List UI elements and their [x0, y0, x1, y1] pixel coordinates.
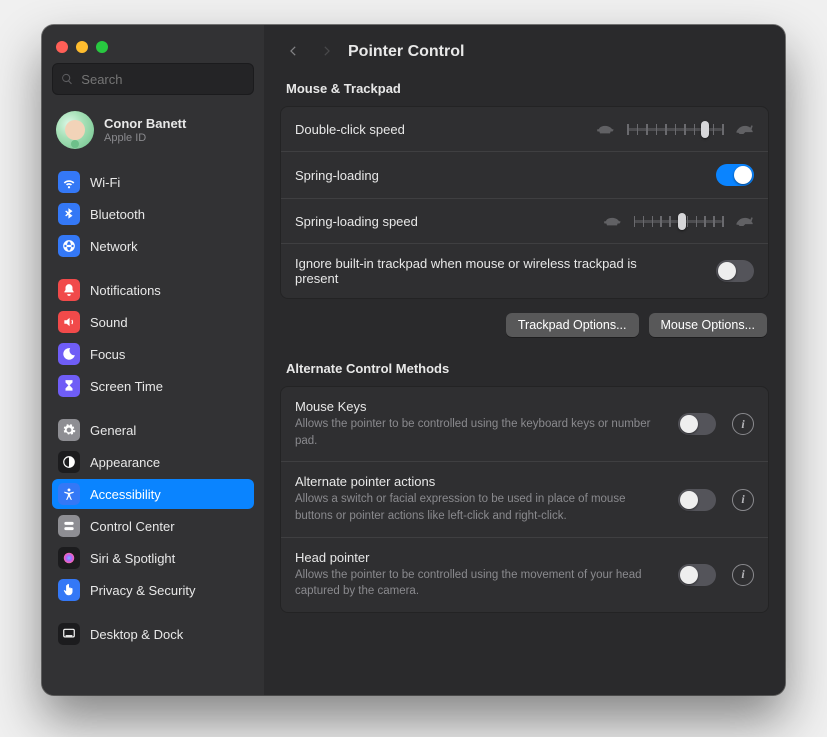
- controls-icon: [58, 515, 80, 537]
- sidebar: Conor Banett Apple ID Wi-Fi Bluetooth Netw…: [42, 25, 264, 695]
- search-input[interactable]: [79, 71, 245, 88]
- head-pointer-toggle[interactable]: [678, 564, 716, 586]
- avatar: [56, 111, 94, 149]
- sidebar-item-network[interactable]: Network: [52, 231, 254, 261]
- hare-icon: [734, 122, 754, 136]
- sidebar-item-sound[interactable]: Sound: [52, 307, 254, 337]
- sidebar-item-label: Network: [90, 239, 138, 254]
- tortoise-icon: [602, 214, 622, 228]
- sidebar-item-appearance[interactable]: Appearance: [52, 447, 254, 477]
- ignore-trackpad-row: Ignore built-in trackpad when mouse or w…: [281, 244, 768, 298]
- alt-pointer-actions-toggle[interactable]: [678, 489, 716, 511]
- mouse-options-button[interactable]: Mouse Options...: [649, 313, 768, 337]
- sidebar-item-label: Notifications: [90, 283, 161, 298]
- network-icon: [58, 235, 80, 257]
- hourglass-icon: [58, 375, 80, 397]
- sidebar-item-label: Appearance: [90, 455, 160, 470]
- spring-loading-row: Spring-loading: [281, 152, 768, 199]
- sidebar-item-label: Control Center: [90, 519, 175, 534]
- gear-icon: [58, 419, 80, 441]
- sidebar-item-label: Siri & Spotlight: [90, 551, 175, 566]
- spring-loading-toggle[interactable]: [716, 164, 754, 186]
- bell-icon: [58, 279, 80, 301]
- spring-loading-speed-label: Spring-loading speed: [295, 214, 418, 229]
- sidebar-item-label: General: [90, 423, 136, 438]
- sidebar-item-label: Bluetooth: [90, 207, 145, 222]
- search-icon: [61, 72, 73, 86]
- sidebar-item-bluetooth[interactable]: Bluetooth: [52, 199, 254, 229]
- sidebar-item-privacy-security[interactable]: Privacy & Security: [52, 575, 254, 605]
- alt-pointer-actions-label: Alternate pointer actions: [295, 474, 662, 489]
- options-buttons-row: Trackpad Options... Mouse Options...: [264, 303, 785, 343]
- apple-id-row[interactable]: Conor Banett Apple ID: [42, 105, 264, 161]
- mouse-keys-description: Allows the pointer to be controlled usin…: [295, 416, 662, 449]
- head-pointer-description: Allows the pointer to be controlled usin…: [295, 567, 662, 600]
- section-heading-alt-methods: Alternate Control Methods: [264, 353, 785, 382]
- close-window-button[interactable]: [56, 41, 68, 53]
- sidebar-item-notifications[interactable]: Notifications: [52, 275, 254, 305]
- section-heading-mouse-trackpad: Mouse & Trackpad: [264, 73, 785, 102]
- alt-pointer-actions-description: Allows a switch or facial expression to …: [295, 491, 662, 524]
- hand-icon: [58, 579, 80, 601]
- mouse-keys-toggle[interactable]: [678, 413, 716, 435]
- alt-pointer-actions-info-button[interactable]: i: [732, 489, 754, 511]
- sidebar-item-focus[interactable]: Focus: [52, 339, 254, 369]
- sidebar-item-label: Desktop & Dock: [90, 627, 183, 642]
- nav-forward-button[interactable]: [320, 44, 334, 61]
- spring-loading-speed-row: Spring-loading speed: [281, 199, 768, 244]
- double-click-speed-row: Double-click speed: [281, 107, 768, 152]
- alternate-methods-card: Mouse Keys Allows the pointer to be cont…: [280, 386, 769, 613]
- accessibility-icon: [58, 483, 80, 505]
- sidebar-item-wi-fi[interactable]: Wi-Fi: [52, 167, 254, 197]
- tortoise-icon: [595, 122, 615, 136]
- mouse-keys-info-button[interactable]: i: [732, 413, 754, 435]
- sidebar-item-label: Accessibility: [90, 487, 161, 502]
- head-pointer-label: Head pointer: [295, 550, 662, 565]
- sidebar-item-label: Focus: [90, 347, 125, 362]
- appearance-icon: [58, 451, 80, 473]
- ignore-trackpad-toggle[interactable]: [716, 260, 754, 282]
- page-header: Pointer Control: [264, 25, 785, 73]
- window-controls: [42, 35, 264, 63]
- user-subtitle: Apple ID: [104, 132, 186, 144]
- hare-icon: [734, 214, 754, 228]
- moon-icon: [58, 343, 80, 365]
- head-pointer-row: Head pointer Allows the pointer to be co…: [281, 538, 768, 612]
- nav-back-button[interactable]: [286, 44, 300, 61]
- sidebar-item-screen-time[interactable]: Screen Time: [52, 371, 254, 401]
- sidebar-item-control-center[interactable]: Control Center: [52, 511, 254, 541]
- mouse-keys-row: Mouse Keys Allows the pointer to be cont…: [281, 387, 768, 462]
- spring-loading-label: Spring-loading: [295, 168, 379, 183]
- fullscreen-window-button[interactable]: [96, 41, 108, 53]
- minimize-window-button[interactable]: [76, 41, 88, 53]
- mouse-keys-label: Mouse Keys: [295, 399, 662, 414]
- sound-icon: [58, 311, 80, 333]
- double-click-speed-slider[interactable]: [595, 119, 754, 139]
- sidebar-item-accessibility[interactable]: Accessibility: [52, 479, 254, 509]
- spring-loading-speed-slider[interactable]: [602, 211, 754, 231]
- main-content: Pointer Control Mouse & Trackpad Double-…: [264, 25, 785, 695]
- mouse-trackpad-card: Double-click speed Spring-loading Spring…: [280, 106, 769, 299]
- sidebar-item-label: Sound: [90, 315, 128, 330]
- sidebar-list: Wi-Fi Bluetooth Network Notifications Sound F…: [42, 161, 264, 695]
- bluetooth-icon: [58, 203, 80, 225]
- search-field[interactable]: [52, 63, 254, 95]
- page-title: Pointer Control: [348, 43, 464, 61]
- settings-window: Conor Banett Apple ID Wi-Fi Bluetooth Netw…: [42, 25, 785, 695]
- head-pointer-info-button[interactable]: i: [732, 564, 754, 586]
- sidebar-item-label: Wi-Fi: [90, 175, 120, 190]
- alt-pointer-actions-row: Alternate pointer actions Allows a switc…: [281, 462, 768, 537]
- ignore-trackpad-label: Ignore built-in trackpad when mouse or w…: [295, 256, 675, 286]
- sidebar-item-desktop-dock[interactable]: Desktop & Dock: [52, 619, 254, 649]
- dock-icon: [58, 623, 80, 645]
- trackpad-options-button[interactable]: Trackpad Options...: [506, 313, 639, 337]
- sidebar-item-label: Privacy & Security: [90, 583, 195, 598]
- sidebar-item-general[interactable]: General: [52, 415, 254, 445]
- siri-icon: [58, 547, 80, 569]
- wifi-icon: [58, 171, 80, 193]
- double-click-speed-label: Double-click speed: [295, 122, 405, 137]
- user-name: Conor Banett: [104, 116, 186, 131]
- sidebar-item-siri-spotlight[interactable]: Siri & Spotlight: [52, 543, 254, 573]
- sidebar-item-label: Screen Time: [90, 379, 163, 394]
